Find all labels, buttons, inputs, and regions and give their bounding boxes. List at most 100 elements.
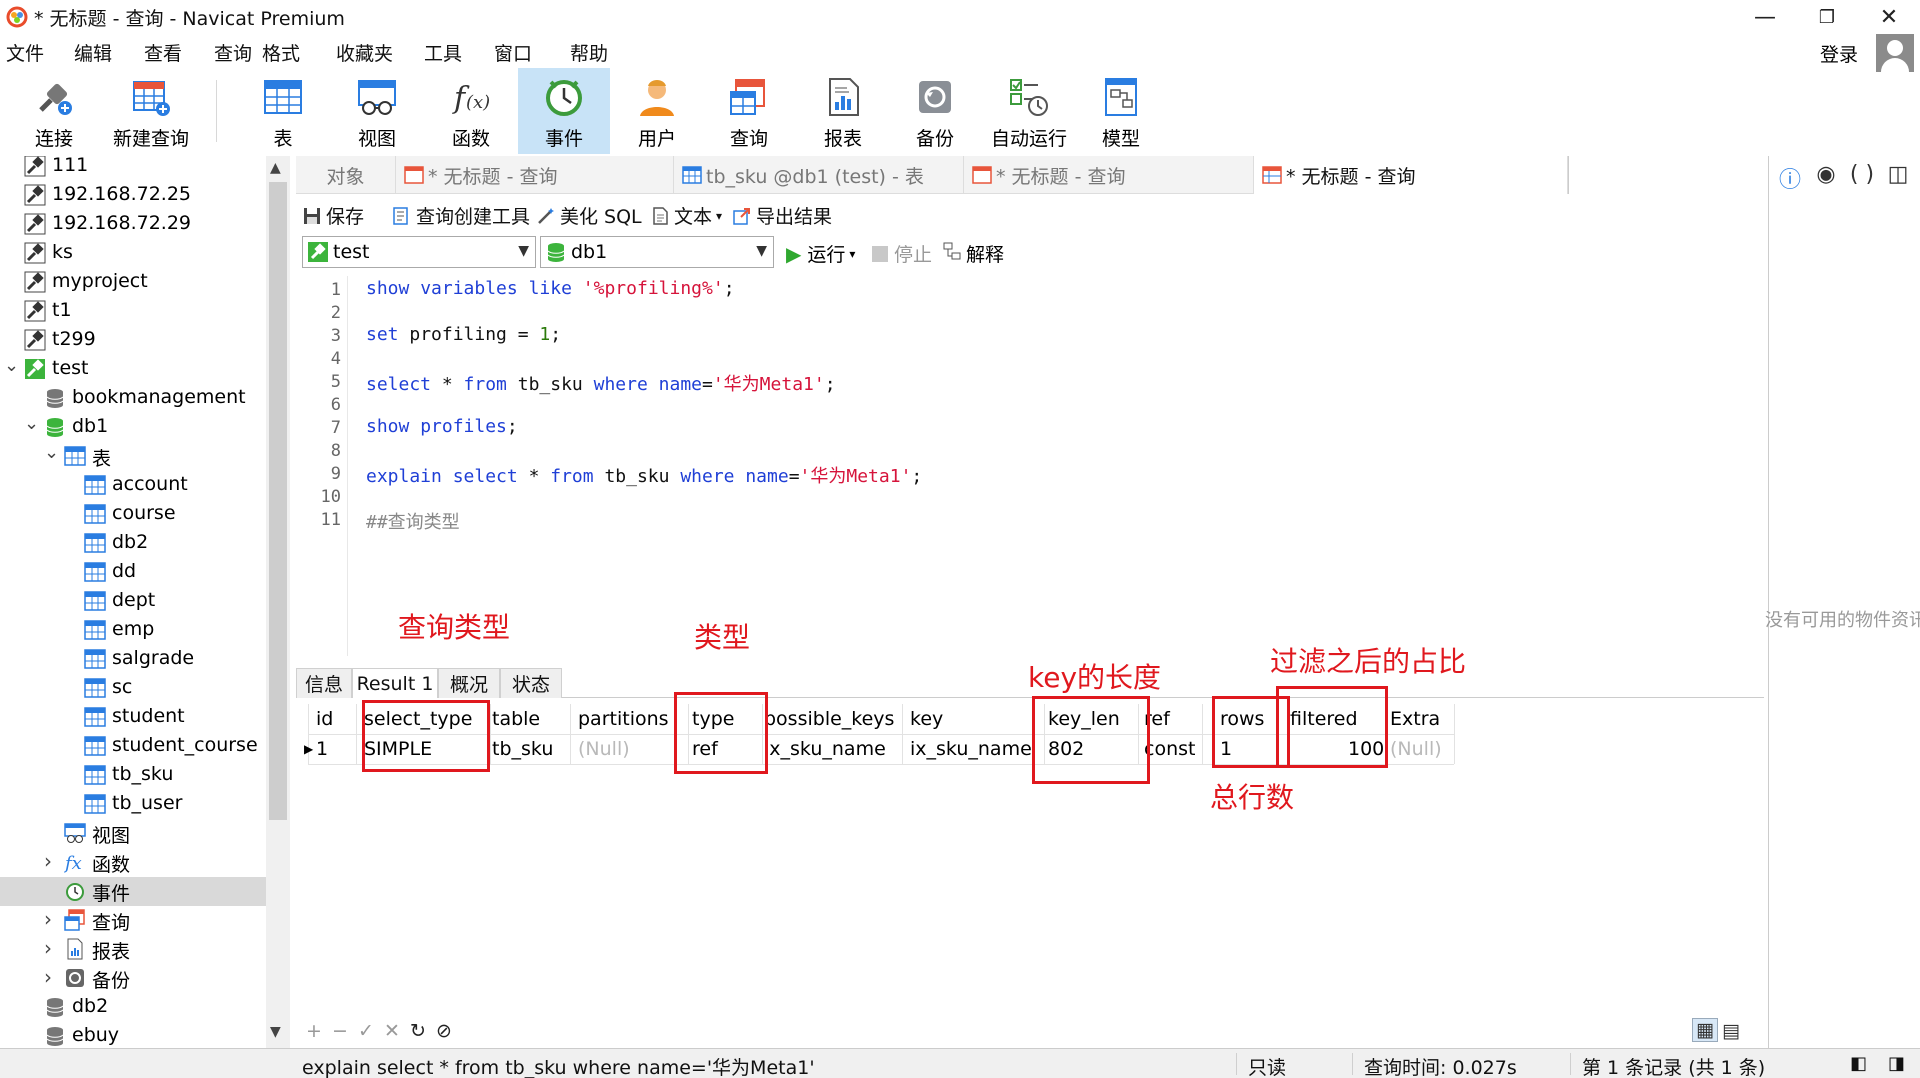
login-link[interactable]: 登录 bbox=[1820, 40, 1858, 67]
run-button[interactable]: ▶ 运行 ▾ bbox=[786, 240, 855, 267]
chevron-down-icon[interactable]: ⌄ bbox=[4, 355, 19, 376]
chevron-right-icon[interactable]: › bbox=[44, 936, 58, 960]
ddl-icon[interactable]: ( ) bbox=[1849, 162, 1875, 188]
table-cell[interactable]: (Null) bbox=[1390, 734, 1442, 764]
toolbar-query-button[interactable]: 查询 bbox=[714, 68, 784, 154]
stop-query-icon[interactable]: ⊘ bbox=[436, 1020, 452, 1042]
tab-table-tb-sku[interactable]: tb_sku @db1 (test) - 表 bbox=[674, 156, 964, 194]
tab-query-1[interactable]: * 无标题 - 查询 bbox=[396, 156, 674, 194]
tree-table-db2[interactable]: db2 bbox=[0, 529, 266, 558]
tab-overview[interactable]: 概况 bbox=[438, 668, 500, 698]
tree-folder-functions[interactable]: › fx 函数 bbox=[0, 848, 266, 877]
chevron-right-icon[interactable]: › bbox=[44, 965, 58, 989]
toolbar-connect-button[interactable]: 连接 bbox=[14, 68, 94, 154]
scroll-up-icon[interactable]: ▲ bbox=[270, 160, 281, 176]
toolbar-view-button[interactable]: 视图 bbox=[342, 68, 412, 154]
grid-view-icon[interactable]: ▦ bbox=[1692, 1018, 1718, 1042]
add-record-icon[interactable]: + bbox=[306, 1020, 322, 1042]
tree-table-sc[interactable]: sc bbox=[0, 674, 266, 703]
tree-table-tb_user[interactable]: tb_user bbox=[0, 790, 266, 819]
tree-connection-111[interactable]: 111 bbox=[0, 156, 266, 181]
tree-table-dept[interactable]: dept bbox=[0, 587, 266, 616]
toolbar-new-query-button[interactable]: 新建查询 bbox=[106, 68, 196, 154]
column-header-key[interactable]: key bbox=[910, 704, 943, 734]
table-cell[interactable]: tb_sku bbox=[492, 734, 553, 764]
tree-scrollbar[interactable]: ▲ ▼ bbox=[266, 156, 290, 1048]
layout-icon[interactable]: ◫ bbox=[1885, 162, 1911, 188]
text-button[interactable]: 文本 ▾ bbox=[650, 202, 722, 229]
preview-icon[interactable]: ◉ bbox=[1813, 162, 1839, 188]
tree-connection-t299[interactable]: t299 bbox=[0, 326, 266, 355]
delete-record-icon[interactable]: − bbox=[332, 1020, 348, 1042]
tree-connection-test[interactable]: ⌄ test bbox=[0, 355, 266, 384]
column-header-table[interactable]: table bbox=[492, 704, 540, 734]
tree-database-db1[interactable]: ⌄ db1 bbox=[0, 413, 266, 442]
tree-folder-views[interactable]: 视图 bbox=[0, 819, 266, 848]
tree-table-salgrade[interactable]: salgrade bbox=[0, 645, 266, 674]
form-view-icon[interactable]: ▤ bbox=[1722, 1020, 1740, 1042]
menu-view[interactable]: 查看 bbox=[144, 39, 182, 66]
tree-table-student_course[interactable]: student_course bbox=[0, 732, 266, 761]
tab-query-2[interactable]: * 无标题 - 查询 bbox=[964, 156, 1254, 194]
tree-connection-t1[interactable]: t1 bbox=[0, 297, 266, 326]
chevron-right-icon[interactable]: › bbox=[44, 907, 58, 931]
chevron-down-icon[interactable]: ⌄ bbox=[24, 413, 39, 434]
tab-info[interactable]: 信息 bbox=[296, 668, 352, 698]
tree-connection-myproject[interactable]: myproject bbox=[0, 268, 266, 297]
toolbar-function-button[interactable]: f (x) 函数 bbox=[436, 68, 506, 154]
connection-select[interactable]: test ▼ bbox=[302, 236, 536, 268]
panel-toggle-right-icon[interactable]: ◨ bbox=[1888, 1053, 1905, 1074]
menu-edit[interactable]: 编辑 bbox=[74, 39, 112, 66]
sql-editor[interactable]: 1 2 3 4 5 6 7 8 9 10 11 show variables l… bbox=[296, 276, 1764, 656]
toolbar-autorun-button[interactable]: 自动运行 bbox=[988, 68, 1070, 154]
table-cell[interactable]: 1 bbox=[316, 734, 328, 764]
panel-toggle-left-icon[interactable]: ◧ bbox=[1850, 1053, 1867, 1074]
tab-objects[interactable]: 对象 bbox=[296, 156, 396, 194]
chevron-right-icon[interactable]: › bbox=[44, 849, 58, 873]
save-button[interactable]: 保存 bbox=[302, 202, 364, 229]
tree-database-db2[interactable]: db2 bbox=[0, 993, 266, 1022]
tree-folder-reports[interactable]: › 报表 bbox=[0, 935, 266, 964]
toolbar-table-button[interactable]: 表 bbox=[248, 68, 318, 154]
cancel-icon[interactable]: ✕ bbox=[384, 1020, 400, 1042]
tree-table-account[interactable]: account bbox=[0, 471, 266, 500]
database-select[interactable]: db1 ▼ bbox=[540, 236, 774, 268]
column-header-id[interactable]: id bbox=[316, 704, 333, 734]
tree-connection-192.168.72.29[interactable]: 192.168.72.29 bbox=[0, 210, 266, 239]
menu-tools[interactable]: 工具 bbox=[424, 39, 462, 66]
info-icon[interactable]: ⓘ bbox=[1777, 162, 1803, 193]
table-cell[interactable]: ix_sku_name bbox=[910, 734, 1032, 764]
toolbar-user-button[interactable]: 用户 bbox=[622, 68, 692, 154]
stop-button[interactable]: 停止 bbox=[872, 240, 932, 267]
menu-favorites[interactable]: 收藏夹 bbox=[336, 39, 393, 66]
tab-result-1[interactable]: Result 1 bbox=[352, 668, 438, 698]
beautify-sql-button[interactable]: 美化 SQL bbox=[536, 202, 642, 229]
tree-table-dd[interactable]: dd bbox=[0, 558, 266, 587]
tree-table-student[interactable]: student bbox=[0, 703, 266, 732]
tree-folder-queries[interactable]: › 查询 bbox=[0, 906, 266, 935]
toolbar-backup-button[interactable]: 备份 bbox=[900, 68, 970, 154]
tree-folder-tables[interactable]: ⌄ 表 bbox=[0, 442, 266, 471]
tab-search-area[interactable] bbox=[1568, 156, 1764, 194]
refresh-icon[interactable]: ↻ bbox=[410, 1020, 426, 1042]
menu-query[interactable]: 查询 bbox=[214, 39, 252, 66]
table-cell[interactable]: ix_sku_name bbox=[764, 734, 886, 764]
restore-button[interactable]: ❐ bbox=[1796, 0, 1858, 34]
close-button[interactable]: ✕ bbox=[1858, 0, 1920, 34]
apply-icon[interactable]: ✓ bbox=[358, 1020, 374, 1042]
menu-help[interactable]: 帮助 bbox=[570, 39, 608, 66]
column-header-extra[interactable]: Extra bbox=[1390, 704, 1440, 734]
tab-query-active[interactable]: * 无标题 - 查询 bbox=[1254, 156, 1568, 194]
tree-table-emp[interactable]: emp bbox=[0, 616, 266, 645]
table-cell[interactable]: const bbox=[1144, 734, 1195, 764]
scroll-down-icon[interactable]: ▼ bbox=[270, 1024, 281, 1040]
menu-file[interactable]: 文件 bbox=[6, 39, 44, 66]
scroll-thumb[interactable] bbox=[269, 182, 287, 820]
tree-table-course[interactable]: course bbox=[0, 500, 266, 529]
tab-status[interactable]: 状态 bbox=[500, 668, 562, 698]
explain-button[interactable]: 解释 bbox=[942, 240, 1004, 267]
tree-database-ebuy[interactable]: ebuy bbox=[0, 1022, 266, 1048]
tree-folder-backups[interactable]: › 备份 bbox=[0, 964, 266, 993]
tree-connection-ks[interactable]: ks bbox=[0, 239, 266, 268]
menu-format[interactable]: 格式 bbox=[262, 39, 300, 66]
